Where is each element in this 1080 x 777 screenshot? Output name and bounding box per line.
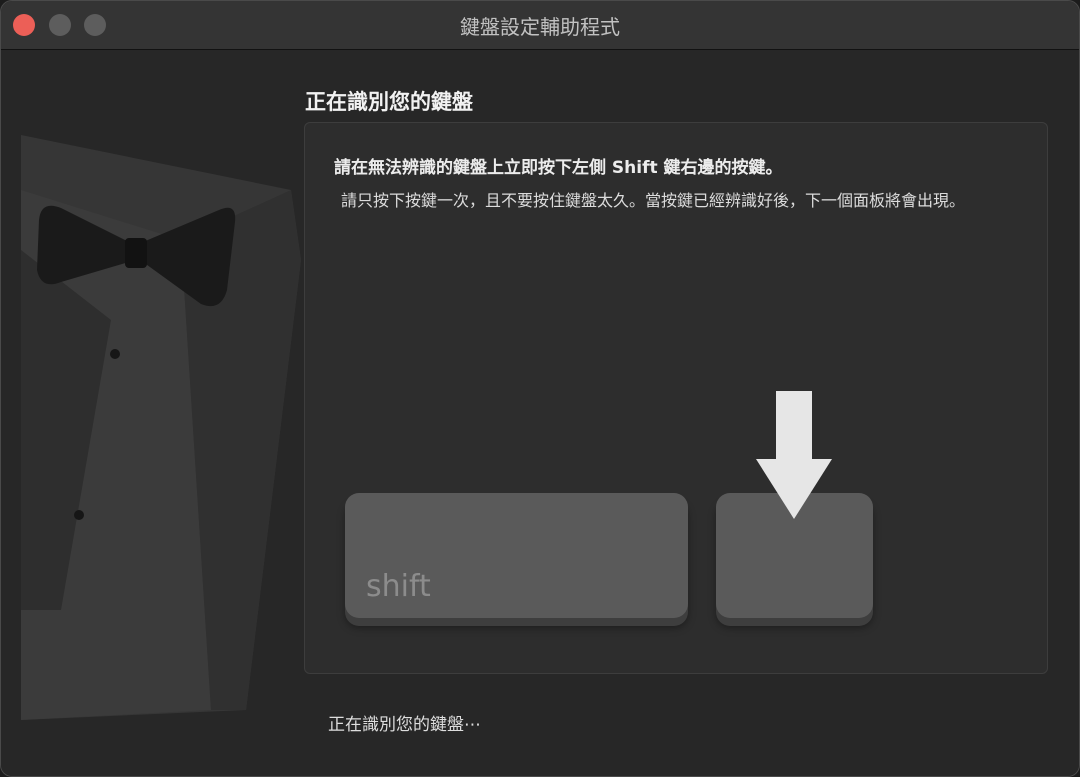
down-arrow-icon [756, 391, 832, 519]
shift-key-label: shift [366, 569, 431, 604]
page-heading: 正在識別您的鍵盤 [305, 90, 473, 114]
window-title: 鍵盤設定輔助程式 [460, 15, 620, 39]
assistant-content: 正在識別您的鍵盤 請在無法辨識的鍵盤上立即按下左側 Shift 鍵右邊的按鍵。 … [1, 50, 1079, 776]
identification-panel: 請在無法辨識的鍵盤上立即按下左側 Shift 鍵右邊的按鍵。 請只按下按鍵一次，… [304, 122, 1048, 674]
title-bar: 鍵盤設定輔助程式 [1, 1, 1079, 50]
shift-key-illustration: shift [345, 493, 688, 618]
instruction-text: 請在無法辨識的鍵盤上立即按下左側 Shift 鍵右邊的按鍵。 [334, 158, 783, 178]
keyboard-setup-window: 鍵盤設定輔助程式 正在識別您的鍵盤 請在無法辨識的鍵盤上立即按下左側 Shift… [0, 0, 1080, 777]
instruction-subtext: 請只按下按鍵一次，且不要按住鍵盤太久。當按鍵已經辨識好後，下一個面板將會出現。 [341, 191, 966, 210]
status-text: 正在識別您的鍵盤⋯ [328, 715, 481, 735]
